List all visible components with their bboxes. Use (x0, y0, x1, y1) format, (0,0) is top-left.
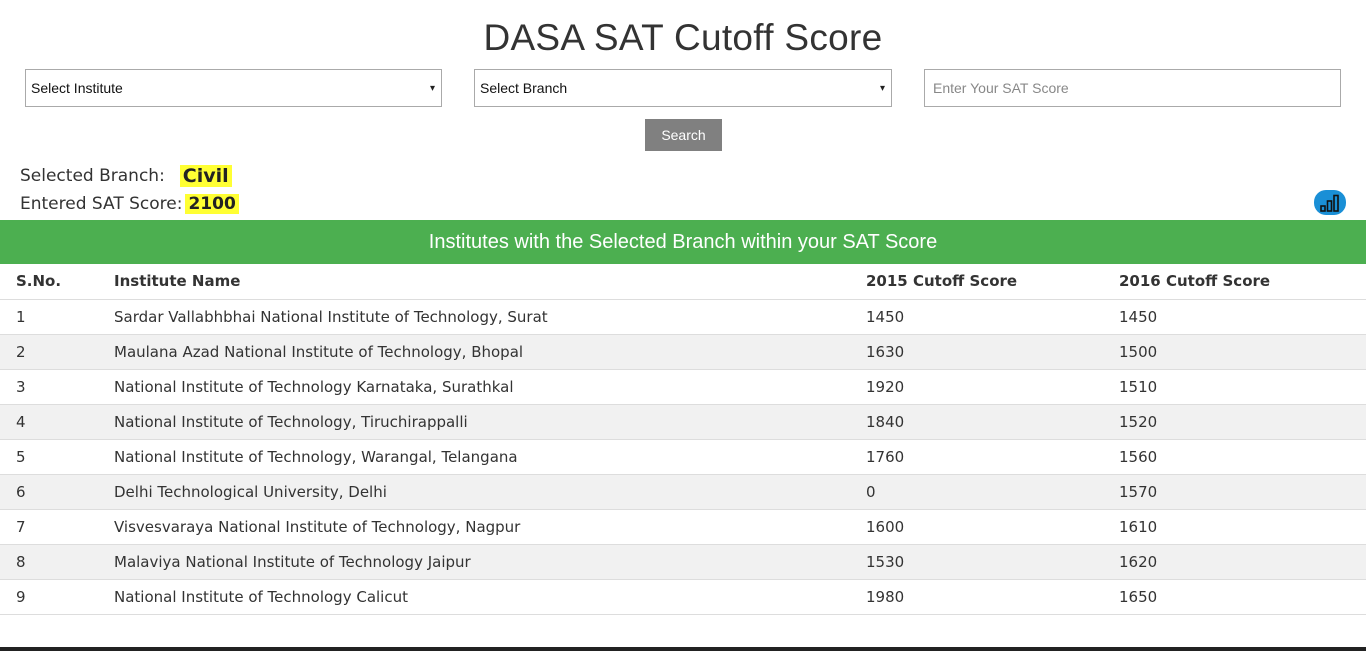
cell-2016: 1510 (1119, 369, 1366, 405)
cell-2016: 1650 (1119, 579, 1366, 615)
chart-view-button[interactable] (1314, 190, 1346, 215)
cell-serial: 8 (0, 544, 114, 580)
cell-2016: 1570 (1119, 474, 1366, 510)
chevron-down-icon: ▾ (879, 82, 885, 94)
table-row: 5 National Institute of Technology, Wara… (0, 439, 1366, 475)
table-header-row: S.No. Institute Name 2015 Cutoff Score 2… (0, 264, 1366, 300)
cell-2015: 1530 (866, 544, 1119, 580)
selected-branch-value: Civil (179, 165, 232, 187)
cell-institute: National Institute of Technology, Warang… (114, 439, 866, 475)
cell-institute: National Institute of Technology Calicut (114, 579, 866, 615)
cell-institute: Sardar Vallabhbhai National Institute of… (114, 299, 866, 335)
cell-2015: 1630 (866, 334, 1119, 370)
cell-serial: 9 (0, 579, 114, 615)
cell-serial: 3 (0, 369, 114, 405)
cell-serial: 5 (0, 439, 114, 475)
results-banner: Institutes with the Selected Branch with… (0, 220, 1366, 264)
cell-2015: 1600 (866, 509, 1119, 545)
table-row: 7 Visvesvaraya National Institute of Tec… (0, 509, 1366, 545)
cell-2015: 1840 (866, 404, 1119, 440)
cell-serial: 2 (0, 334, 114, 370)
cell-serial: 4 (0, 404, 114, 440)
cell-institute: National Institute of Technology Karnata… (114, 369, 866, 405)
entered-score-value: 2100 (185, 194, 239, 214)
table-row: 6 Delhi Technological University, Delhi … (0, 474, 1366, 510)
cell-2016: 1610 (1119, 509, 1366, 545)
cell-2015: 1980 (866, 579, 1119, 615)
table-row: 2 Maulana Azad National Institute of Tec… (0, 334, 1366, 370)
cell-2016: 1450 (1119, 299, 1366, 335)
page-title: DASA SAT Cutoff Score (483, 17, 883, 58)
cell-2016: 1560 (1119, 439, 1366, 475)
bar-chart-icon (1320, 194, 1339, 212)
results-table: S.No. Institute Name 2015 Cutoff Score 2… (0, 264, 1366, 615)
cell-2016: 1620 (1119, 544, 1366, 580)
cell-2016: 1520 (1119, 404, 1366, 440)
table-row: 8 Malaviya National Institute of Technol… (0, 544, 1366, 580)
header-institute: Institute Name (114, 264, 866, 300)
table-row: 4 National Institute of Technology, Tiru… (0, 404, 1366, 440)
cell-institute: Delhi Technological University, Delhi (114, 474, 866, 510)
institute-select-value: Select Institute (31, 80, 123, 96)
selected-branch-label: Selected Branch: (20, 166, 165, 186)
bottom-edge-bar (0, 647, 1366, 651)
cell-2015: 0 (866, 474, 1119, 510)
branch-select[interactable]: Select Branch ▾ (474, 69, 892, 107)
cell-serial: 7 (0, 509, 114, 545)
table-row: 9 National Institute of Technology Calic… (0, 579, 1366, 615)
branch-select-value: Select Branch (480, 80, 568, 96)
cell-institute: Malaviya National Institute of Technolog… (114, 544, 866, 580)
header-serial: S.No. (0, 264, 114, 300)
institute-select[interactable]: Select Institute ▾ (25, 69, 442, 107)
cell-2015: 1450 (866, 299, 1119, 335)
cell-institute: National Institute of Technology, Tiruch… (114, 404, 866, 440)
table-row: 3 National Institute of Technology Karna… (0, 369, 1366, 405)
entered-score-label: Entered SAT Score: (20, 194, 183, 214)
search-button[interactable]: Search (645, 119, 722, 151)
cell-institute: Visvesvaraya National Institute of Techn… (114, 509, 866, 545)
cell-institute: Maulana Azad National Institute of Techn… (114, 334, 866, 370)
cell-serial: 6 (0, 474, 114, 510)
sat-score-input[interactable] (924, 69, 1341, 107)
cell-2015: 1760 (866, 439, 1119, 475)
entered-score-line: Entered SAT Score: 2100 (20, 194, 239, 214)
cell-2015: 1920 (866, 369, 1119, 405)
header-2015: 2015 Cutoff Score (866, 264, 1119, 300)
cell-2016: 1500 (1119, 334, 1366, 370)
chevron-down-icon: ▾ (429, 82, 435, 94)
header-2016: 2016 Cutoff Score (1119, 264, 1366, 300)
selected-branch-line: Selected Branch: Civil (20, 165, 232, 187)
cell-serial: 1 (0, 299, 114, 335)
table-row: 1 Sardar Vallabhbhai National Institute … (0, 299, 1366, 335)
